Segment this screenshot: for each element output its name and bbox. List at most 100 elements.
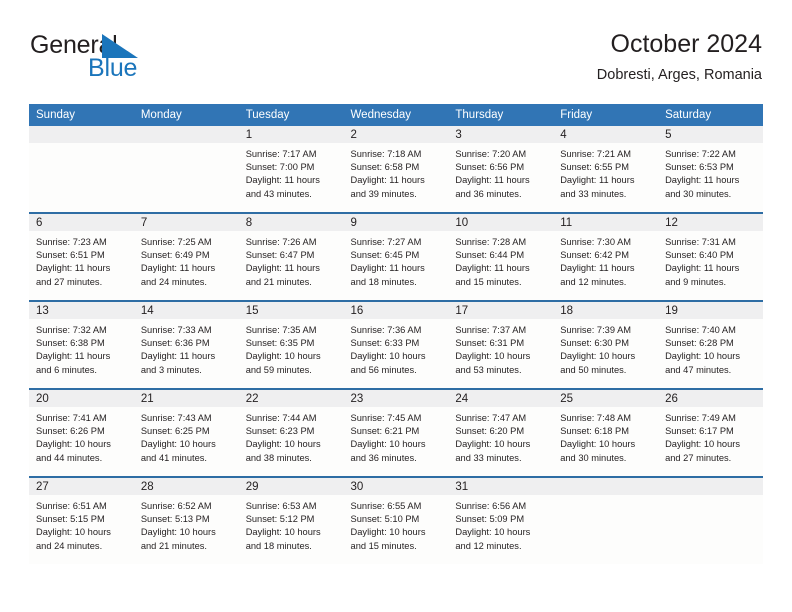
calendar-day-cell[interactable]: 13 Sunrise: 7:32 AM Sunset: 6:38 PM Dayligh… (29, 300, 134, 389)
day-details: Sunrise: 7:28 AM Sunset: 6:44 PM Daylight:… (448, 231, 553, 289)
day-details: Sunrise: 6:51 AM Sunset: 5:15 PM Daylight:… (29, 495, 134, 553)
day-details: Sunrise: 7:37 AM Sunset: 6:31 PM Daylight:… (448, 319, 553, 377)
day-sunset-text: Sunset: 6:58 PM (350, 162, 420, 173)
day-daylight-line1-text: Daylight: 10 hours (455, 439, 531, 450)
day-daylight-line1-text: Daylight: 10 hours (245, 351, 321, 362)
calendar-day-cell[interactable]: 6 Sunrise: 7:23 AM Sunset: 6:51 PM Daylight… (29, 212, 134, 301)
brand-logo[interactable]: General Blue (30, 33, 260, 89)
day-sunrise-text: Sunrise: 7:26 AM (245, 237, 317, 247)
day-sunrise-text: Sunrise: 7:45 AM (350, 413, 422, 423)
day-number: 8 (238, 214, 344, 231)
calendar-day-cell[interactable]: 14 Sunrise: 7:33 AM Sunset: 6:36 PM Dayligh… (133, 300, 239, 389)
day-details: Sunrise: 7:41 AM Sunset: 6:26 PM Daylight:… (29, 407, 134, 465)
weekday-header-thursday: Thursday (448, 104, 554, 126)
calendar-day-cell[interactable]: 28 Sunrise: 6:52 AM Sunset: 5:13 PM Dayligh… (133, 476, 239, 564)
day-sunset-text: Sunset: 6:51 PM (36, 250, 105, 261)
day-sunrise-text: Sunrise: 7:21 AM (560, 149, 632, 159)
calendar-day-cell[interactable]: 22 Sunrise: 7:44 AM Sunset: 6:23 PM Dayligh… (238, 388, 344, 477)
calendar-day-cell[interactable]: 2 Sunrise: 7:18 AM Sunset: 6:58 PM Daylight… (343, 126, 449, 213)
calendar-day-cell[interactable]: 23 Sunrise: 7:45 AM Sunset: 6:21 PM Dayligh… (343, 388, 449, 477)
weekday-header-wednesday: Wednesday (343, 104, 449, 126)
calendar-day-cell[interactable]: 12 Sunrise: 7:31 AM Sunset: 6:40 PM Dayligh… (658, 212, 763, 301)
calendar-day-cell[interactable]: 16 Sunrise: 7:36 AM Sunset: 6:33 PM Dayligh… (343, 300, 449, 389)
day-sunset-text: Sunset: 5:12 PM (245, 514, 315, 525)
calendar-day-cell[interactable]: 11 Sunrise: 7:30 AM Sunset: 6:42 PM Dayligh… (553, 212, 659, 301)
day-daylight-line2-text: and 12 minutes. (560, 276, 627, 287)
day-number: 9 (343, 214, 449, 231)
day-number: 29 (238, 478, 344, 495)
day-sunset-text: Sunset: 6:49 PM (140, 250, 210, 261)
day-sunrise-text: Sunrise: 7:36 AM (350, 325, 422, 335)
day-daylight-line2-text: and 36 minutes. (350, 452, 417, 463)
day-sunset-text: Sunset: 6:20 PM (455, 426, 525, 437)
calendar-day-cell[interactable]: 7 Sunrise: 7:25 AM Sunset: 6:49 PM Daylight… (133, 212, 239, 301)
day-sunset-text: Sunset: 6:18 PM (560, 426, 629, 437)
day-daylight-line2-text: and 44 minutes. (36, 452, 103, 463)
day-daylight-line1-text: Daylight: 10 hours (245, 527, 321, 538)
calendar-day-cell[interactable]: 9 Sunrise: 7:27 AM Sunset: 6:45 PM Daylight… (343, 212, 449, 301)
day-sunrise-text: Sunrise: 7:18 AM (350, 149, 422, 159)
day-details: Sunrise: 7:48 AM Sunset: 6:18 PM Daylight:… (553, 407, 658, 465)
day-daylight-line2-text: and 27 minutes. (36, 276, 103, 287)
day-daylight-line2-text: and 36 minutes. (455, 188, 522, 199)
day-daylight-line1-text: Daylight: 10 hours (560, 351, 636, 362)
calendar-day-cell[interactable]: 5 Sunrise: 7:22 AM Sunset: 6:53 PM Daylight… (658, 126, 763, 213)
day-details: Sunrise: 7:36 AM Sunset: 6:33 PM Daylight:… (344, 319, 449, 377)
day-number: 16 (343, 302, 449, 319)
day-number: 11 (553, 214, 659, 231)
day-number: 5 (658, 126, 763, 143)
day-sunset-text: Sunset: 6:53 PM (665, 162, 734, 173)
day-number: 31 (448, 478, 554, 495)
day-daylight-line2-text: and 39 minutes. (350, 188, 417, 199)
calendar-day-cell[interactable]: 4 Sunrise: 7:21 AM Sunset: 6:55 PM Daylight… (553, 126, 659, 213)
day-details: Sunrise: 6:53 AM Sunset: 5:12 PM Daylight:… (239, 495, 344, 553)
weekday-header-friday: Friday (553, 104, 659, 126)
day-details: Sunrise: 7:20 AM Sunset: 6:56 PM Daylight:… (448, 143, 553, 201)
day-daylight-line1-text: Daylight: 11 hours (665, 175, 740, 186)
day-daylight-line2-text: and 6 minutes. (36, 364, 97, 375)
day-sunrise-text: Sunrise: 7:44 AM (245, 413, 317, 423)
day-daylight-line1-text: Daylight: 11 hours (140, 263, 216, 274)
day-sunrise-text: Sunrise: 7:30 AM (560, 237, 632, 247)
day-daylight-line2-text: and 56 minutes. (350, 364, 417, 375)
day-number: 30 (343, 478, 449, 495)
day-daylight-line1-text: Daylight: 10 hours (350, 439, 426, 450)
calendar-day-cell[interactable]: 21 Sunrise: 7:43 AM Sunset: 6:25 PM Dayligh… (133, 388, 239, 477)
day-daylight-line2-text: and 30 minutes. (665, 188, 732, 199)
day-daylight-line2-text: and 24 minutes. (140, 276, 207, 287)
day-sunset-text: Sunset: 6:55 PM (560, 162, 629, 173)
day-sunset-text: Sunset: 7:00 PM (245, 162, 315, 173)
calendar-day-cell[interactable]: 17 Sunrise: 7:37 AM Sunset: 6:31 PM Dayligh… (448, 300, 554, 389)
day-daylight-line1-text: Daylight: 10 hours (245, 439, 321, 450)
calendar-day-cell[interactable]: 24 Sunrise: 7:47 AM Sunset: 6:20 PM Dayligh… (448, 388, 554, 477)
calendar-day-cell[interactable]: 29 Sunrise: 6:53 AM Sunset: 5:12 PM Dayligh… (238, 476, 344, 564)
day-daylight-line1-text: Daylight: 11 hours (560, 263, 635, 274)
calendar-day-cell[interactable]: 19 Sunrise: 7:40 AM Sunset: 6:28 PM Dayligh… (658, 300, 763, 389)
calendar-day-cell[interactable]: 27 Sunrise: 6:51 AM Sunset: 5:15 PM Dayligh… (29, 476, 134, 564)
calendar-day-cell[interactable]: 10 Sunrise: 7:28 AM Sunset: 6:44 PM Dayligh… (448, 212, 554, 301)
day-daylight-line2-text: and 59 minutes. (245, 364, 312, 375)
day-number: 24 (448, 390, 554, 407)
day-details: Sunrise: 7:47 AM Sunset: 6:20 PM Daylight:… (448, 407, 553, 465)
calendar-day-cell[interactable]: 15 Sunrise: 7:35 AM Sunset: 6:35 PM Dayligh… (238, 300, 344, 389)
day-sunset-text: Sunset: 6:40 PM (665, 250, 734, 261)
day-sunset-text: Sunset: 6:21 PM (350, 426, 420, 437)
calendar-day-cell[interactable]: 26 Sunrise: 7:49 AM Sunset: 6:17 PM Dayligh… (658, 388, 763, 477)
day-sunrise-text: Sunrise: 6:55 AM (350, 501, 422, 511)
day-daylight-line2-text: and 3 minutes. (140, 364, 202, 375)
day-sunset-text: Sunset: 6:26 PM (36, 426, 105, 437)
calendar-day-cell[interactable]: 3 Sunrise: 7:20 AM Sunset: 6:56 PM Daylight… (448, 126, 554, 213)
calendar-day-cell[interactable]: 18 Sunrise: 7:39 AM Sunset: 6:30 PM Dayligh… (553, 300, 659, 389)
calendar-day-cell[interactable]: 1 Sunrise: 7:17 AM Sunset: 7:00 PM Daylight… (238, 126, 344, 213)
calendar-day-cell[interactable]: 31 Sunrise: 6:56 AM Sunset: 5:09 PM Dayligh… (448, 476, 554, 564)
page-title: October 2024 (610, 30, 763, 58)
day-daylight-line2-text: and 53 minutes. (455, 364, 522, 375)
day-number (29, 126, 134, 143)
calendar-day-cell[interactable]: 30 Sunrise: 6:55 AM Sunset: 5:10 PM Dayligh… (343, 476, 449, 564)
day-daylight-line1-text: Daylight: 10 hours (665, 439, 740, 450)
calendar-day-cell[interactable]: 8 Sunrise: 7:26 AM Sunset: 6:47 PM Daylight… (238, 212, 344, 301)
day-number: 25 (553, 390, 659, 407)
calendar-day-cell[interactable]: 20 Sunrise: 7:41 AM Sunset: 6:26 PM Dayligh… (29, 388, 134, 477)
calendar-day-cell[interactable]: 25 Sunrise: 7:48 AM Sunset: 6:18 PM Dayligh… (553, 388, 659, 477)
day-daylight-line1-text: Daylight: 11 hours (36, 263, 111, 274)
